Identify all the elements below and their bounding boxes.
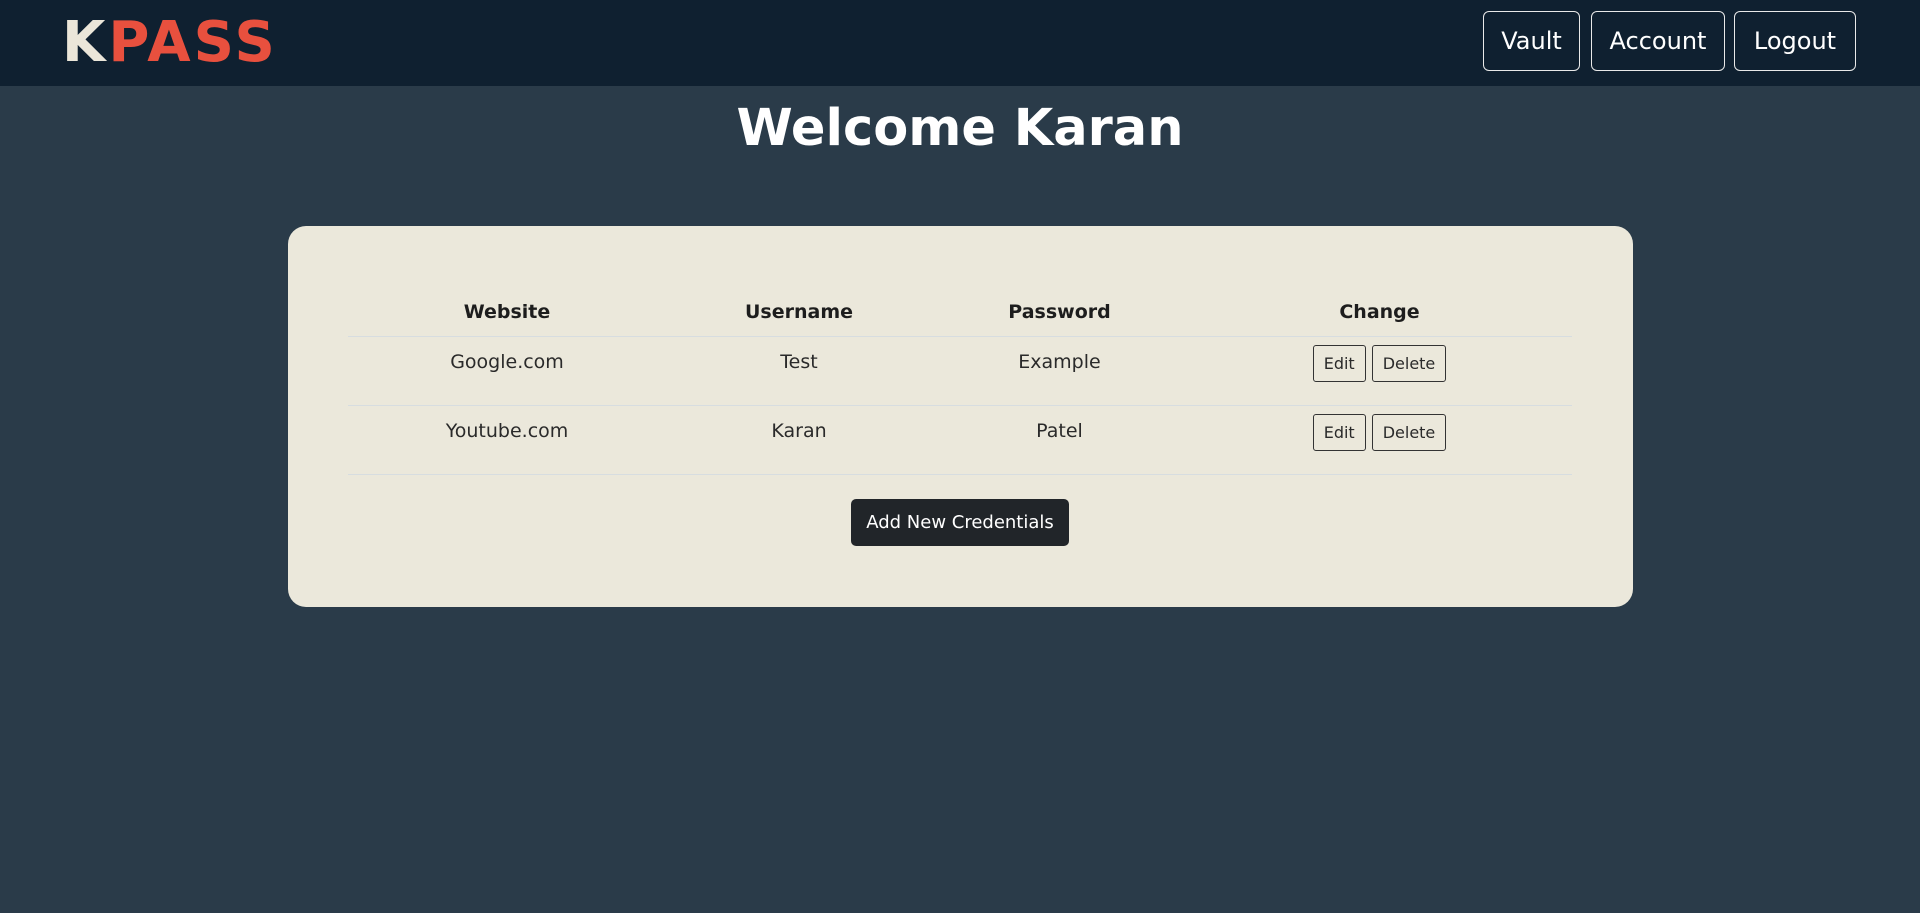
header-password: Password [932, 288, 1187, 337]
header-username: Username [666, 288, 932, 337]
table-row: Google.com Test Example Edit Delete [348, 336, 1572, 406]
kpass-logo[interactable]: K PASS [62, 6, 278, 80]
credentials-card: Website Username Password Change Google.… [288, 226, 1633, 607]
delete-button[interactable]: Delete [1371, 345, 1447, 382]
page-title: Welcome Karan [736, 99, 1184, 158]
logout-button[interactable]: Logout [1734, 11, 1856, 71]
cell-username: Test [666, 336, 932, 406]
cell-website: Google.com [348, 336, 666, 406]
vault-button[interactable]: Vault [1483, 11, 1580, 71]
credentials-table: Website Username Password Change Google.… [348, 288, 1572, 475]
cell-change: Edit Delete [1187, 405, 1572, 475]
logo-letters-pass: PASS [108, 10, 278, 75]
logo-letter-k: K [62, 10, 109, 75]
add-new-credentials-button[interactable]: Add New Credentials [851, 499, 1069, 546]
account-button[interactable]: Account [1591, 11, 1725, 71]
edit-button[interactable]: Edit [1312, 345, 1366, 382]
delete-button[interactable]: Delete [1371, 414, 1447, 451]
header-website: Website [348, 288, 666, 337]
cell-password: Example [932, 336, 1187, 406]
cell-username: Karan [666, 405, 932, 475]
table-row: Youtube.com Karan Patel Edit Delete [348, 405, 1572, 475]
cell-change: Edit Delete [1187, 336, 1572, 406]
cell-website: Youtube.com [348, 405, 666, 475]
navbar: K PASS Vault Account Logout [0, 0, 1920, 86]
edit-button[interactable]: Edit [1312, 414, 1366, 451]
header-change: Change [1187, 288, 1572, 337]
cell-password: Patel [932, 405, 1187, 475]
table-header-row: Website Username Password Change [348, 288, 1572, 337]
